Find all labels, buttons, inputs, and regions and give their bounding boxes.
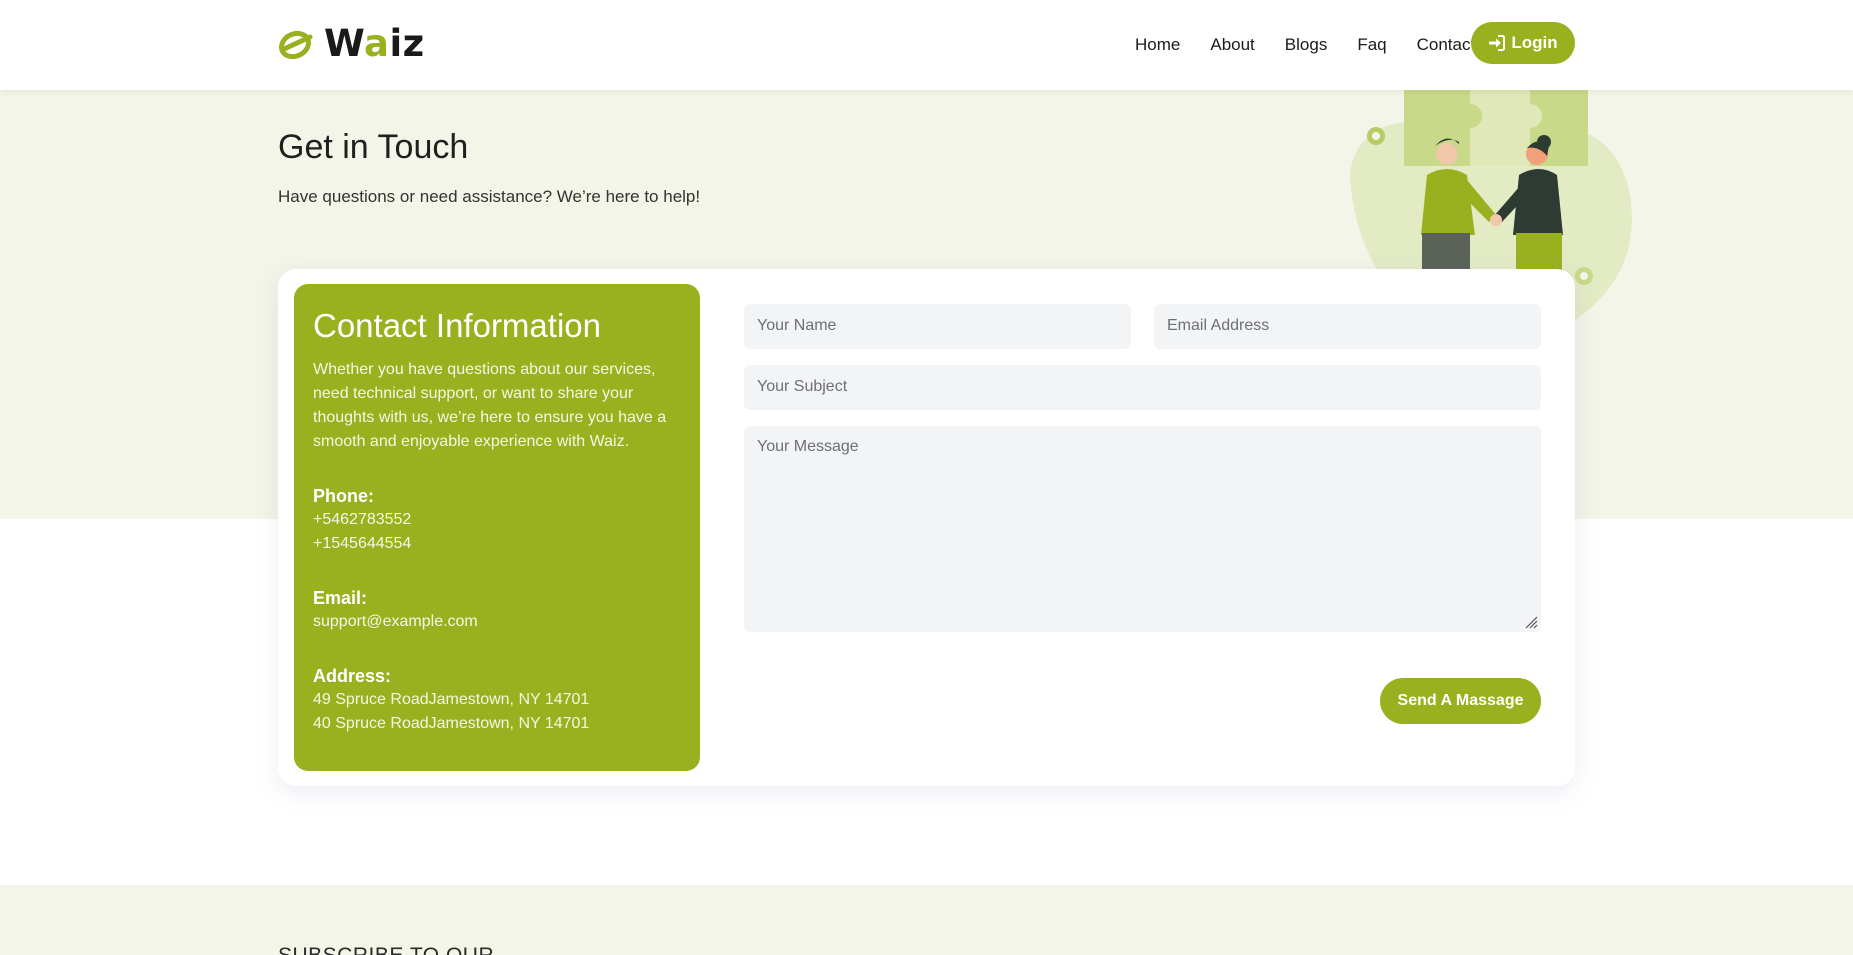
login-label: Login [1511,33,1558,52]
phone-label: Phone: [313,486,374,506]
email-input[interactable]: Email Address [1154,304,1541,349]
gear-icon [1367,127,1385,145]
phone-number[interactable]: +5462783552 [313,508,681,532]
nav-contact[interactable]: Contact [1417,34,1476,56]
phone-number[interactable]: +1545644554 [313,532,681,556]
logo[interactable]: Waiz [278,24,425,64]
address-line: 40 Spruce RoadJamestown, NY 14701 [313,715,590,732]
subject-input[interactable]: Your Subject [744,365,1541,410]
contact-info-title: Contact Information [313,307,601,344]
name-input[interactable]: Your Name [744,304,1131,349]
sign-in-icon [1489,35,1506,51]
resize-grip-icon[interactable] [1524,615,1538,629]
address-line: 49 Spruce RoadJamestown, NY 14701 [313,691,590,708]
login-button[interactable]: Login [1471,22,1575,64]
site-header: Waiz Home About Blogs Faq Contact Login [0,0,1853,90]
address-label: Address: [313,666,392,686]
nav-faq[interactable]: Faq [1357,34,1386,56]
logo-mark-icon [278,30,313,59]
email-address[interactable]: support@example.com [313,610,681,634]
main-nav: Home About Blogs Faq Contact [1135,34,1505,56]
contact-info-description: Whether you have questions about our ser… [313,361,667,450]
contact-card: Contact Information Whether you have que… [278,269,1575,786]
message-textarea[interactable]: Your Message [744,426,1541,632]
nav-blogs[interactable]: Blogs [1285,34,1328,56]
message-placeholder: Your Message [757,438,859,455]
nav-about[interactable]: About [1210,34,1254,56]
logo-text: Waiz [324,22,425,65]
nav-home[interactable]: Home [1135,34,1180,56]
page-title: Get in Touch [278,128,469,166]
subscribe-heading: SUBSCRIBE TO OUR [278,944,494,955]
send-message-button[interactable]: Send A Massage [1380,678,1541,724]
page-subtitle: Have questions or need assistance? We’re… [278,187,701,206]
footer-section: SUBSCRIBE TO OUR [0,885,1853,955]
email-label: Email: [313,588,368,608]
contact-info-panel: Contact Information Whether you have que… [294,284,700,771]
